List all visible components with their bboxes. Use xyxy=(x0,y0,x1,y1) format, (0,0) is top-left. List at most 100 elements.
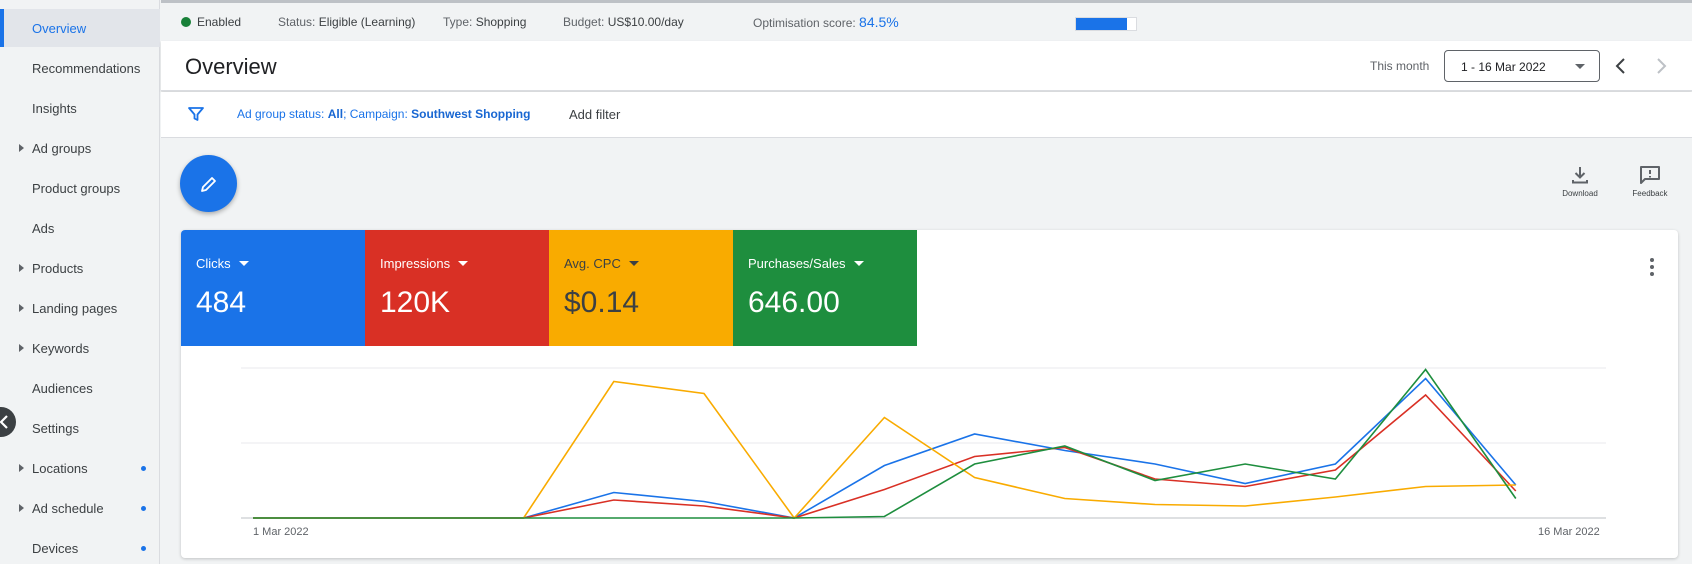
sidebar-item-label: Recommendations xyxy=(32,60,141,76)
metric-value: $0.14 xyxy=(564,286,640,319)
sidebar-item-devices[interactable]: Devices xyxy=(0,529,160,564)
sidebar-item-label: Ad schedule xyxy=(32,500,104,516)
metric-tile-impressions[interactable]: Impressions 120K xyxy=(365,230,549,346)
download-button[interactable]: Download xyxy=(1550,165,1610,198)
date-range-select[interactable]: 1 - 16 Mar 2022 xyxy=(1444,50,1600,82)
sidebar-nav: Overview Recommendations Insights Ad groups… xyxy=(0,0,160,564)
x-axis-end-label: 16 Mar 2022 xyxy=(1538,526,1600,538)
x-axis-start-label: 1 Mar 2022 xyxy=(253,526,309,538)
metric-tile-purchases-sales[interactable]: Purchases/Sales 646.00 xyxy=(733,230,917,346)
sidebar-item-recommendations[interactable]: Recommendations xyxy=(0,49,160,87)
metric-name-label: Clicks xyxy=(196,256,231,271)
filter-status-key: Ad group status: xyxy=(237,107,325,121)
sidebar-item-ads[interactable]: Ads xyxy=(0,209,160,247)
more-dot xyxy=(1650,272,1654,276)
optimisation-score[interactable]: Optimisation score: 84.5% xyxy=(753,14,899,30)
edit-fab-button[interactable] xyxy=(180,155,237,212)
more-options-button[interactable] xyxy=(1650,258,1656,279)
indicator-dot-icon xyxy=(141,545,146,551)
status-value: Eligible (Learning) xyxy=(318,15,416,29)
optimisation-score-fill xyxy=(1076,18,1127,30)
filter-status-value: All xyxy=(327,107,344,121)
metric-dropdown-icon xyxy=(458,261,469,266)
sidebar-item-label: Devices xyxy=(32,540,79,556)
chart-series-line-1[interactable] xyxy=(253,393,1517,519)
opt-key: Optimisation score: xyxy=(753,16,856,30)
next-period-icon[interactable] xyxy=(1649,54,1673,78)
sidebar-item-ad-schedule[interactable]: Ad schedule xyxy=(0,489,160,527)
budget-value: US$10.00/day xyxy=(607,15,684,29)
sidebar-item-label: Ads xyxy=(32,220,55,236)
sidebar-item-label: Overview xyxy=(32,20,87,36)
sidebar-item-label: Products xyxy=(32,260,84,276)
metric-dropdown-icon xyxy=(628,261,639,266)
sidebar-item-label: Locations xyxy=(32,460,88,476)
more-dot xyxy=(1650,258,1654,262)
performance-chart-card: Clicks 484 Impressions 120K Avg. CPC $0.14 Pur… xyxy=(181,230,1678,558)
expand-caret-icon xyxy=(19,344,24,352)
sidebar-item-keywords[interactable]: Keywords xyxy=(0,329,160,367)
expand-caret-icon xyxy=(19,264,24,272)
feedback-label: Feedback xyxy=(1632,189,1668,198)
download-icon xyxy=(1572,167,1588,184)
metric-value: 120K xyxy=(380,286,451,319)
chart-series-line-2[interactable] xyxy=(253,380,1516,520)
filter-icon[interactable] xyxy=(187,105,205,123)
performance-line-chart xyxy=(241,367,1606,520)
metric-name-label: Purchases/Sales xyxy=(748,256,846,271)
filter-campaign-key: ; Campaign: xyxy=(343,107,408,121)
date-range-value: 1 - 16 Mar 2022 xyxy=(1461,60,1546,74)
opt-value: 84.5% xyxy=(859,14,899,30)
type-value: Shopping xyxy=(475,15,527,29)
expand-caret-icon xyxy=(19,144,24,152)
metric-name[interactable]: Impressions xyxy=(380,256,469,271)
campaign-status-bar: Enabled Status: Eligible (Learning) Type… xyxy=(161,0,1692,41)
period-label: This month xyxy=(1370,59,1430,73)
sidebar-item-overview[interactable]: Overview xyxy=(0,9,160,47)
budget-info[interactable]: Budget: US$10.00/day xyxy=(563,15,684,29)
chart-series-line-0[interactable] xyxy=(253,377,1517,519)
metric-value: 484 xyxy=(196,286,247,319)
filter-campaign-value: Southwest Shopping xyxy=(411,107,531,121)
type-info: Type: Shopping xyxy=(443,15,526,29)
metric-dropdown-icon xyxy=(238,261,249,266)
sidebar-item-label: Landing pages xyxy=(32,300,118,316)
sidebar-item-products[interactable]: Products xyxy=(0,249,160,287)
sidebar-item-label: Insights xyxy=(32,100,77,116)
indicator-dot-icon xyxy=(141,465,146,471)
metric-name[interactable]: Avg. CPC xyxy=(564,256,639,271)
page-header: Overview This month 1 - 16 Mar 2022 xyxy=(161,41,1692,91)
expand-caret-icon xyxy=(19,464,24,472)
sidebar-item-label: Settings xyxy=(32,420,79,436)
expand-caret-icon xyxy=(19,504,24,512)
metric-name[interactable]: Clicks xyxy=(196,256,249,271)
more-dot xyxy=(1650,265,1654,269)
metric-dropdown-icon xyxy=(853,261,864,266)
sidebar-item-label: Keywords xyxy=(32,340,90,356)
enabled-dot-icon xyxy=(181,17,191,27)
sidebar-item-insights[interactable]: Insights xyxy=(0,89,160,127)
previous-period-icon[interactable] xyxy=(1609,54,1633,78)
metric-value: 646.00 xyxy=(748,286,840,319)
sidebar-item-ad-groups[interactable]: Ad groups xyxy=(0,129,160,167)
metric-name-label: Impressions xyxy=(380,256,451,271)
enabled-label: Enabled xyxy=(197,15,242,29)
sidebar-item-landing-pages[interactable]: Landing pages xyxy=(0,289,160,327)
feedback-button[interactable]: Feedback xyxy=(1620,165,1680,198)
indicator-dot-icon xyxy=(141,505,146,511)
download-label: Download xyxy=(1562,189,1598,198)
chart-series-line-3[interactable] xyxy=(253,368,1517,519)
active-filter-chip[interactable]: Ad group status: All; Campaign: Southwes… xyxy=(237,107,530,121)
type-key: Type: xyxy=(443,15,473,29)
sidebar-item-locations[interactable]: Locations xyxy=(0,449,160,487)
metric-name[interactable]: Purchases/Sales xyxy=(748,256,864,271)
metric-tile-avg-cpc[interactable]: Avg. CPC $0.14 xyxy=(549,230,733,346)
pencil-icon xyxy=(200,176,216,192)
metric-tile-clicks[interactable]: Clicks 484 xyxy=(181,230,365,346)
add-filter-button[interactable]: Add filter xyxy=(569,107,620,122)
sidebar-item-settings[interactable]: Settings xyxy=(0,409,160,447)
sidebar-item-product-groups[interactable]: Product groups xyxy=(0,169,160,207)
feedback-icon xyxy=(1640,166,1660,184)
enabled-status[interactable]: Enabled xyxy=(181,15,241,29)
sidebar-item-audiences[interactable]: Audiences xyxy=(0,369,160,407)
